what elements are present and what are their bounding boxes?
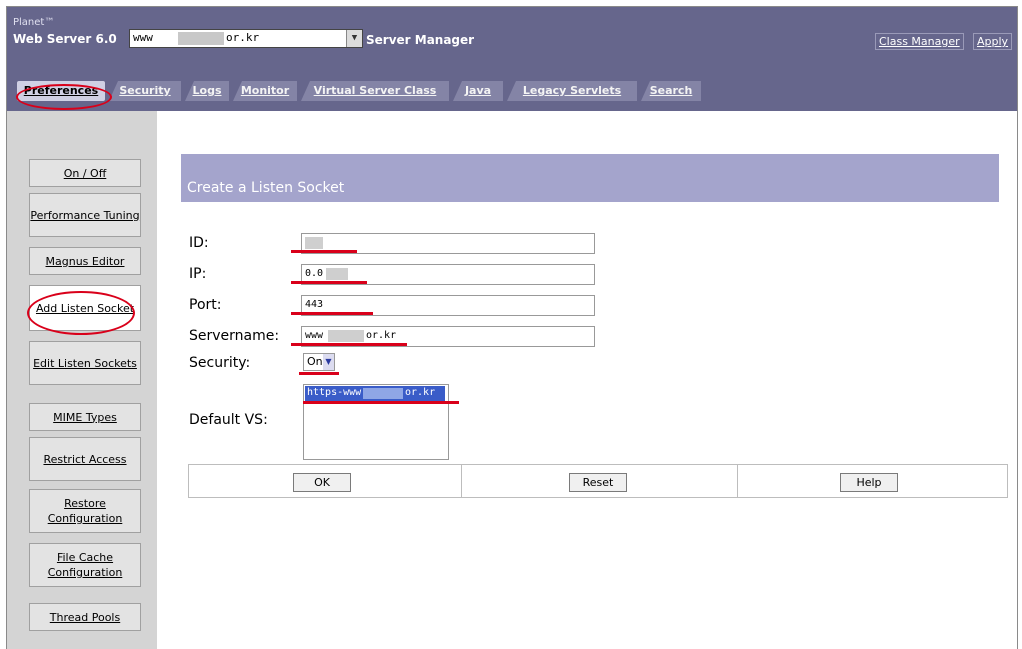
sidebar-item-add-listen-socket[interactable]: Add Listen Socket bbox=[29, 285, 141, 331]
class-manager-link[interactable]: Class Manager bbox=[875, 33, 964, 50]
redacted-mask bbox=[326, 268, 348, 280]
annotation-underline bbox=[291, 281, 367, 284]
sidebar: On / Off Performance Tuning Magnus Edito… bbox=[7, 111, 157, 649]
sidebar-item-edit-listen-sockets[interactable]: Edit Listen Sockets bbox=[29, 341, 141, 385]
ok-button[interactable]: OK bbox=[293, 473, 351, 492]
server-select-prefix: www bbox=[133, 31, 153, 44]
default-vs-prefix: https-www bbox=[307, 387, 362, 398]
server-select[interactable]: www or.kr ▼ bbox=[129, 29, 363, 48]
redacted-mask bbox=[305, 237, 323, 249]
sidebar-item-performance-tuning[interactable]: Performance Tuning bbox=[29, 193, 141, 237]
button-row: OK Reset Help bbox=[188, 464, 1008, 498]
servername-prefix: www bbox=[305, 330, 324, 341]
tab-legacy-servlets[interactable]: Legacy Servlets bbox=[507, 81, 637, 101]
default-vs-suffix: or.kr bbox=[405, 387, 436, 398]
default-vs-listbox[interactable]: https-www or.kr bbox=[303, 384, 449, 460]
sidebar-item-thread-pools[interactable]: Thread Pools bbox=[29, 603, 141, 631]
server-manager-window: Planet™ Web Server 6.0 www or.kr ▼ Serve… bbox=[6, 6, 1018, 649]
port-label: Port: bbox=[189, 297, 222, 313]
apply-link[interactable]: Apply bbox=[973, 33, 1013, 50]
ip-label: IP: bbox=[189, 266, 207, 282]
security-select[interactable]: On ▼ bbox=[303, 353, 335, 371]
main-content: Create a Listen Socket ID: IP: 0.0 Port:… bbox=[157, 111, 1017, 649]
product-brand: Planet™ Web Server 6.0 bbox=[13, 17, 117, 46]
default-vs-label: Default VS: bbox=[189, 412, 268, 428]
annotation-underline bbox=[299, 372, 339, 375]
header-bar: Planet™ Web Server 6.0 www or.kr ▼ Serve… bbox=[7, 7, 1017, 111]
annotation-underline bbox=[291, 250, 357, 253]
sidebar-item-file-cache-configuration[interactable]: File Cache Configuration bbox=[29, 543, 141, 587]
tab-monitor[interactable]: Monitor bbox=[233, 81, 297, 101]
button-cell: OK bbox=[189, 465, 462, 497]
annotation-underline bbox=[291, 343, 407, 346]
redacted-mask bbox=[178, 32, 224, 45]
tab-preferences[interactable]: Preferences bbox=[17, 81, 105, 101]
button-cell: Reset bbox=[461, 465, 738, 497]
button-cell: Help bbox=[737, 465, 1007, 497]
annotation-underline bbox=[303, 401, 459, 404]
server-select-suffix: or.kr bbox=[226, 31, 260, 44]
page-title: Create a Listen Socket bbox=[187, 180, 345, 196]
tab-java[interactable]: Java bbox=[453, 81, 503, 101]
sidebar-item-restore-configuration[interactable]: Restore Configuration bbox=[29, 489, 141, 533]
redacted-mask bbox=[328, 330, 364, 342]
port-value: 443 bbox=[305, 299, 324, 310]
server-manager-title: Server Manager bbox=[366, 33, 475, 47]
security-value: On bbox=[307, 355, 323, 368]
tab-security[interactable]: Security bbox=[109, 81, 181, 101]
product-version: Web Server 6.0 bbox=[13, 32, 117, 46]
reset-button[interactable]: Reset bbox=[569, 473, 627, 492]
panel-title-bar: Create a Listen Socket bbox=[181, 154, 999, 202]
sidebar-item-on-off[interactable]: On / Off bbox=[29, 159, 141, 187]
tab-virtual-server-class[interactable]: Virtual Server Class bbox=[301, 81, 449, 101]
servername-label: Servername: bbox=[189, 328, 280, 344]
help-button[interactable]: Help bbox=[840, 473, 898, 492]
redacted-mask bbox=[363, 388, 403, 399]
annotation-underline bbox=[291, 312, 373, 315]
sidebar-item-mime-types[interactable]: MIME Types bbox=[29, 403, 141, 431]
brand-name: Planet™ bbox=[13, 17, 55, 28]
default-vs-option-selected[interactable]: https-www or.kr bbox=[305, 386, 445, 401]
chevron-down-icon[interactable]: ▼ bbox=[346, 30, 362, 47]
security-label: Security: bbox=[189, 355, 251, 371]
tab-logs[interactable]: Logs bbox=[185, 81, 229, 101]
sidebar-item-magnus-editor[interactable]: Magnus Editor bbox=[29, 247, 141, 275]
servername-suffix: or.kr bbox=[366, 330, 397, 341]
ip-value: 0.0 bbox=[305, 268, 324, 279]
tab-search[interactable]: Search bbox=[641, 81, 701, 101]
sidebar-item-restrict-access[interactable]: Restrict Access bbox=[29, 437, 141, 481]
id-label: ID: bbox=[189, 235, 209, 251]
chevron-down-icon[interactable]: ▼ bbox=[323, 354, 334, 370]
